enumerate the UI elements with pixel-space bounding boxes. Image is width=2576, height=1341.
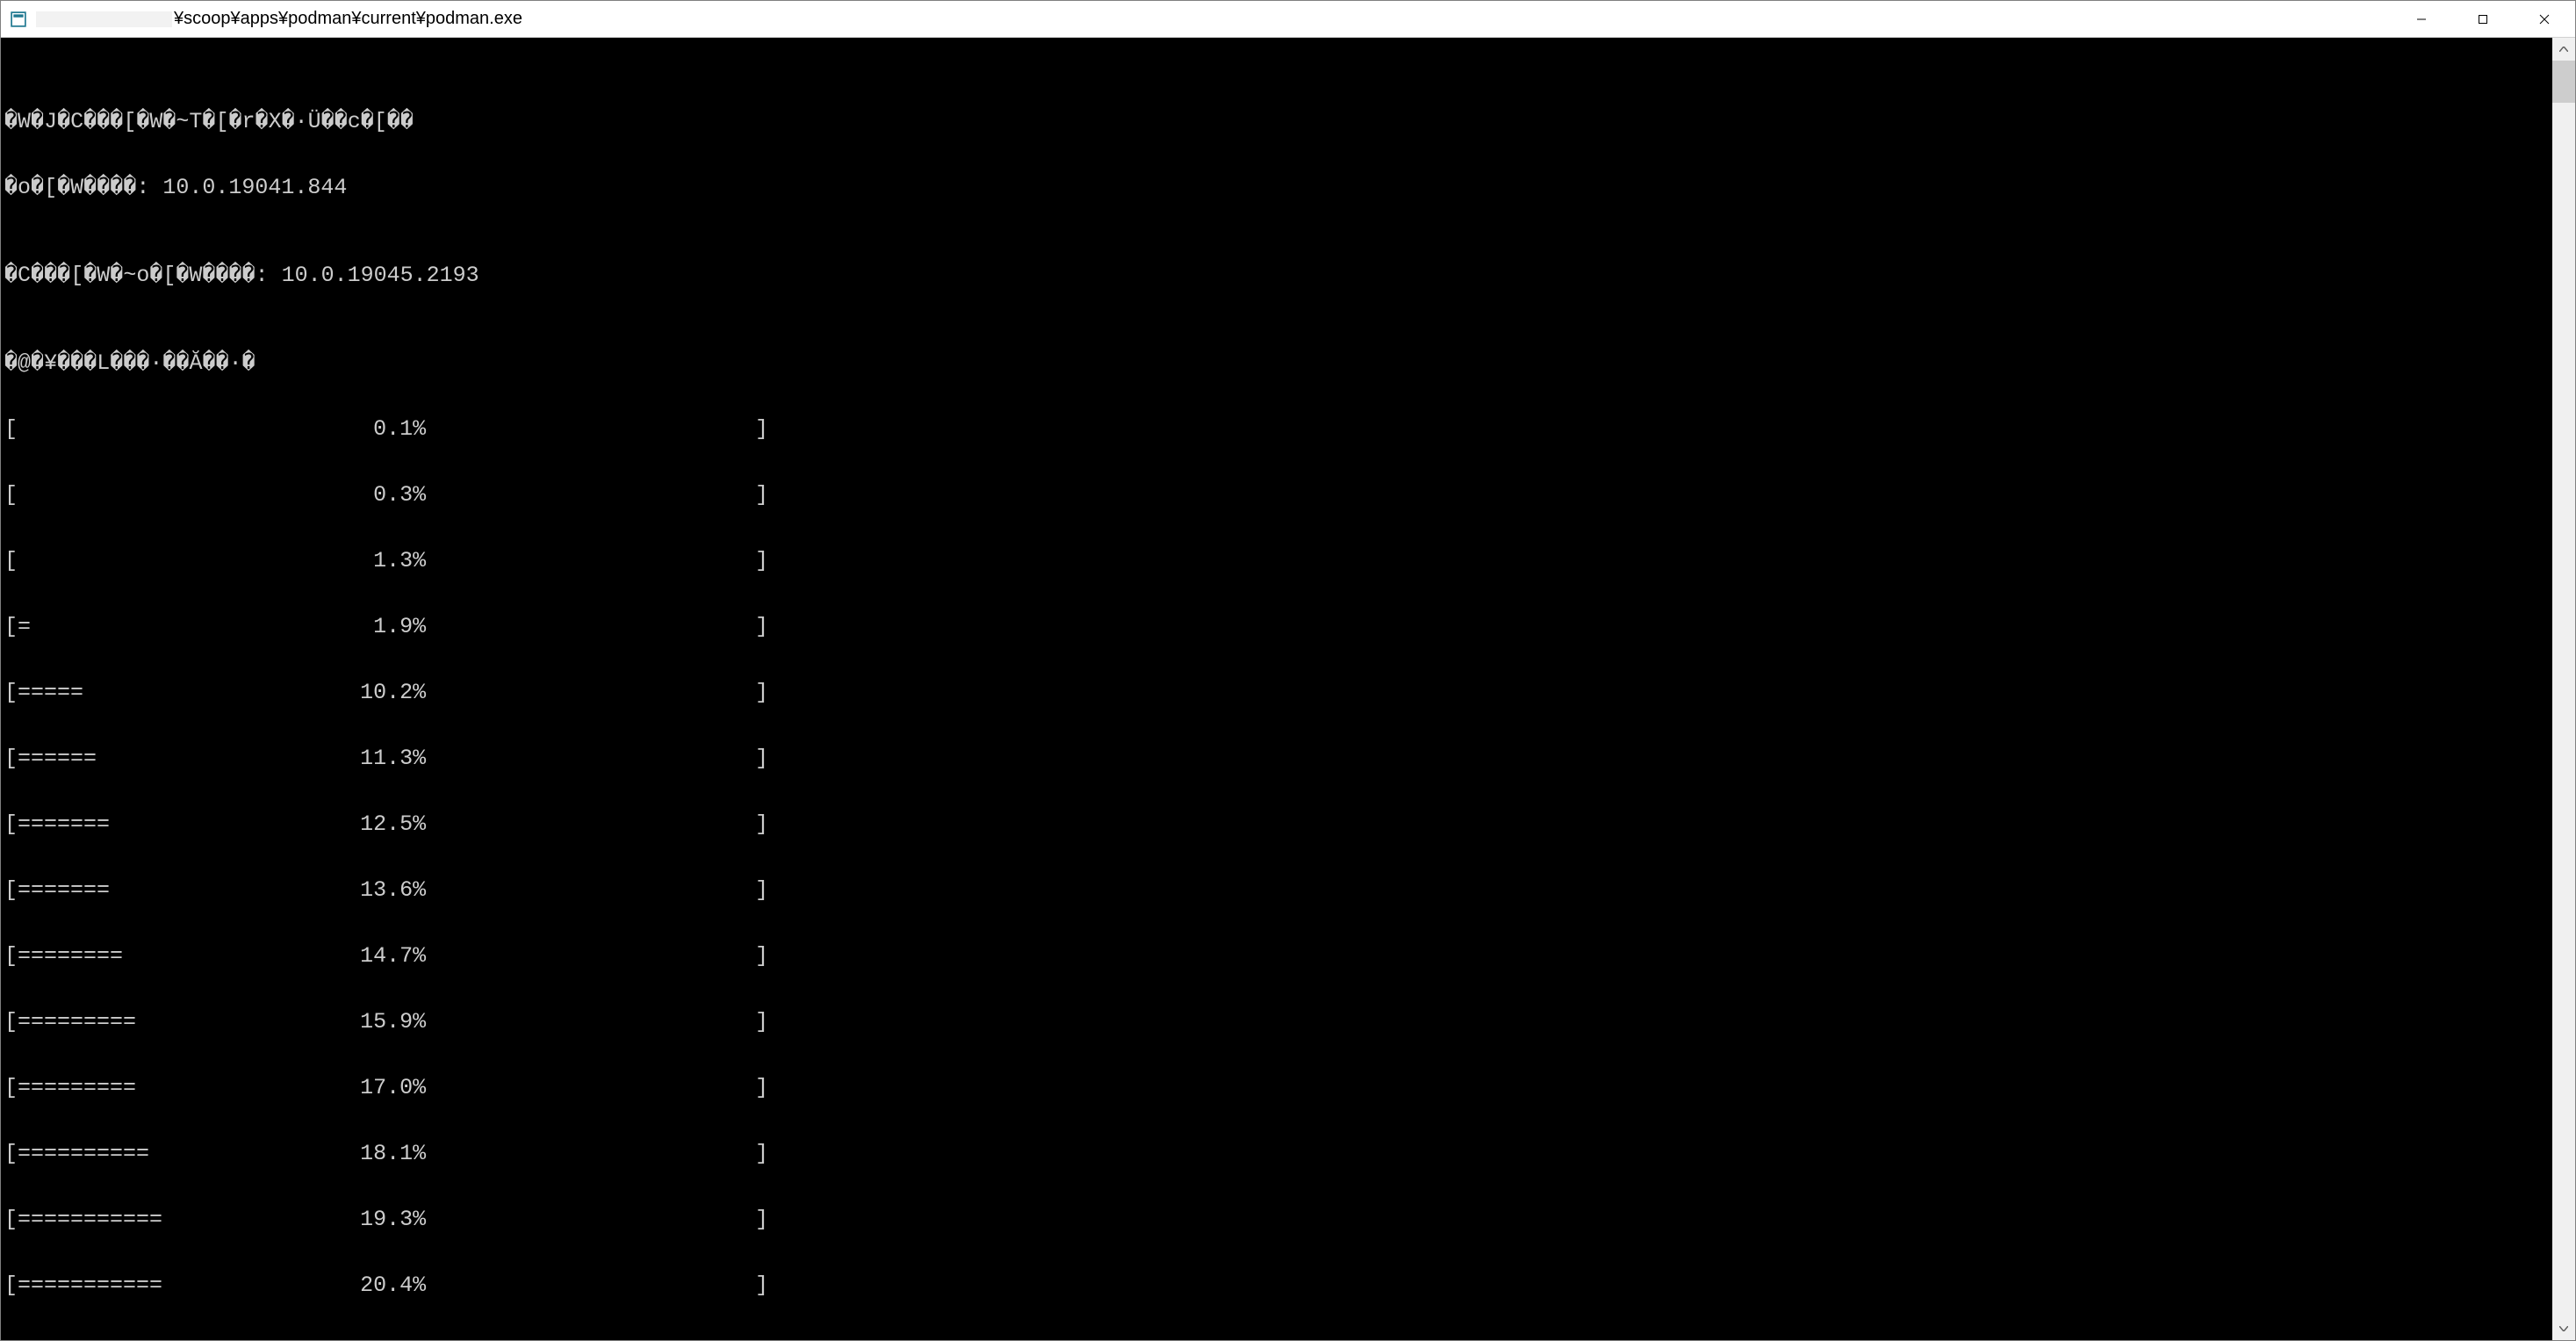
- terminal-output[interactable]: �W�J�C���[�W�~T�[�r�X�·Ü��c�[�� �o�[�W��…: [1, 38, 2552, 1340]
- output-line: �W�J�C���[�W�~T�[�r�X�·Ü��c�[��: [4, 111, 2549, 133]
- progress-line: [====== 11.3% ]: [4, 747, 2549, 769]
- titlebar[interactable]: ¥scoop¥apps¥podman¥current¥podman.exe: [1, 1, 2575, 38]
- app-icon: [10, 11, 27, 28]
- output-line: �@�¥���L���·��Ă��·�: [4, 352, 2549, 374]
- scroll-track[interactable]: [2552, 61, 2575, 1317]
- progress-line: [========== 18.1% ]: [4, 1143, 2549, 1164]
- redacted-segment: [36, 11, 172, 27]
- progress-line: [ 1.3% ]: [4, 550, 2549, 572]
- progress-line: [======== 14.7% ]: [4, 945, 2549, 967]
- progress-line: [========= 15.9% ]: [4, 1011, 2549, 1033]
- vertical-scrollbar[interactable]: [2552, 38, 2575, 1340]
- progress-line: [ 0.1% ]: [4, 418, 2549, 440]
- minimize-button[interactable]: [2391, 1, 2452, 37]
- maximize-button[interactable]: [2452, 1, 2514, 37]
- window-controls: [2391, 1, 2575, 37]
- progress-line: [========= 17.0% ]: [4, 1077, 2549, 1099]
- progress-line: [= 1.9% ]: [4, 616, 2549, 638]
- scroll-down-arrow-icon[interactable]: [2552, 1317, 2575, 1340]
- close-button[interactable]: [2514, 1, 2575, 37]
- scroll-thumb[interactable]: [2552, 61, 2575, 103]
- progress-line: [======= 12.5% ]: [4, 813, 2549, 835]
- progress-line: [=========== 19.3% ]: [4, 1208, 2549, 1230]
- output-line: �o�[�W����: 10.0.19041.844: [4, 177, 2549, 198]
- terminal-area: �W�J�C���[�W�~T�[�r�X�·Ü��c�[�� �o�[�W��…: [1, 38, 2575, 1340]
- window-title: ¥scoop¥apps¥podman¥current¥podman.exe: [36, 9, 522, 29]
- progress-line: [=========== 20.4% ]: [4, 1274, 2549, 1296]
- app-window: ¥scoop¥apps¥podman¥current¥podman.exe �W…: [0, 0, 2576, 1341]
- progress-line: [===== 10.2% ]: [4, 681, 2549, 703]
- progress-line: [======= 13.6% ]: [4, 879, 2549, 901]
- scroll-up-arrow-icon[interactable]: [2552, 38, 2575, 61]
- progress-line: [ 0.3% ]: [4, 484, 2549, 506]
- window-title-path: ¥scoop¥apps¥podman¥current¥podman.exe: [174, 9, 522, 28]
- output-line: �C���[�W�~o�[�W����: 10.0.19045.2193: [4, 264, 2549, 286]
